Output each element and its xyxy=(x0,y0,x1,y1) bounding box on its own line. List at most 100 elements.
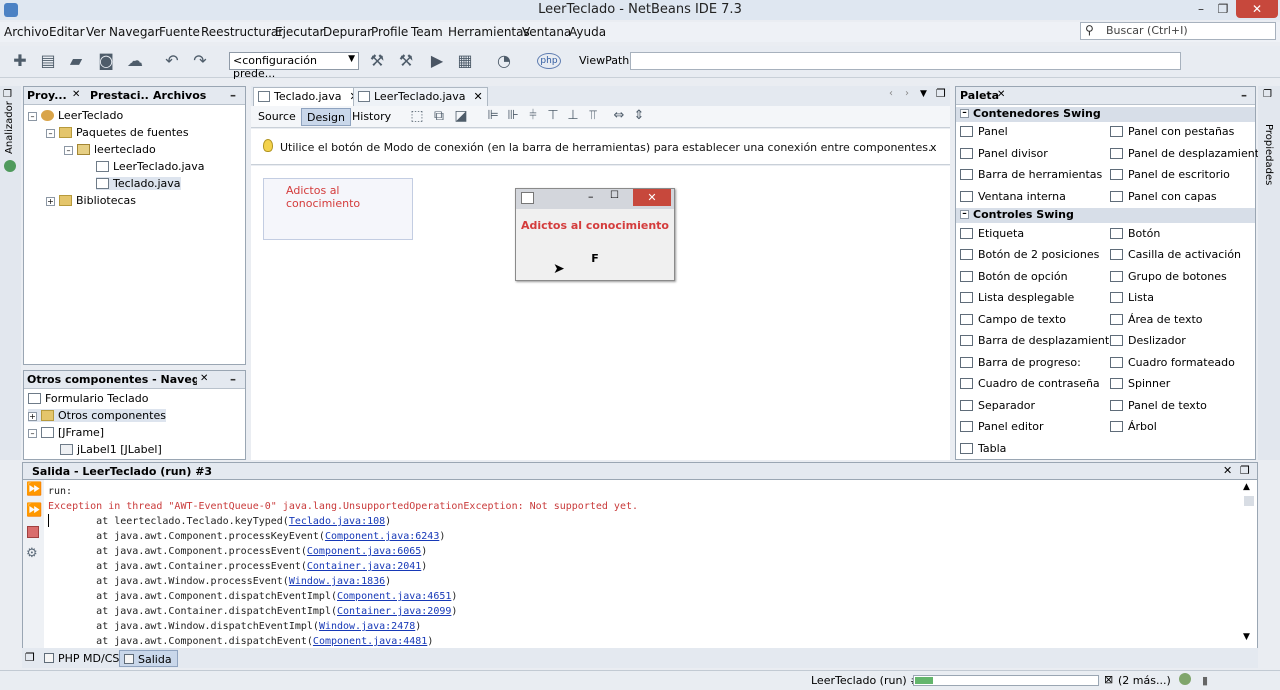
redo-icon[interactable]: ↷ xyxy=(190,51,210,71)
palette-item[interactable]: Campo de texto xyxy=(958,313,1066,326)
rerun-icon[interactable]: ⏩ xyxy=(26,482,42,497)
collapse-icon[interactable]: – xyxy=(28,429,37,438)
minimize-panel-icon[interactable]: – xyxy=(230,88,236,102)
restore-icon[interactable]: ❐ xyxy=(1208,0,1238,18)
cancel-task-icon[interactable]: ⊠ xyxy=(1104,673,1113,686)
properties-tab[interactable]: Propiedades xyxy=(1263,124,1274,185)
close-icon[interactable]: ✕ xyxy=(633,189,671,206)
tree-file-teclado[interactable]: Teclado.java xyxy=(96,177,181,190)
restore-window-icon[interactable]: ❐ xyxy=(3,89,12,100)
palette-item[interactable]: Deslizador xyxy=(1108,334,1186,347)
collapse-icon[interactable]: – xyxy=(960,109,969,118)
settings-icon[interactable]: ⚙ xyxy=(26,546,38,561)
open-project-icon[interactable]: ▰ xyxy=(66,51,86,71)
analyzer-tab[interactable]: Analizador xyxy=(4,101,15,154)
clean-build-icon[interactable]: ⚒ xyxy=(396,51,416,71)
center-vertical-icon[interactable]: ⫪ xyxy=(583,106,603,126)
close-icon[interactable]: ✕ xyxy=(1236,0,1278,18)
tab-leerteclado-java[interactable]: LeerTeclado.java ✕ xyxy=(353,87,488,106)
expand-icon[interactable]: + xyxy=(28,412,37,421)
connection-mode-icon[interactable]: ⧉ xyxy=(429,106,449,126)
hint-close-button[interactable]: x xyxy=(930,141,937,154)
preview-design-icon[interactable]: ◪ xyxy=(451,106,471,126)
restore-window-icon[interactable]: ❐ xyxy=(1263,89,1272,100)
scroll-right-icon[interactable]: › xyxy=(905,88,909,99)
expand-icon[interactable]: + xyxy=(46,197,55,206)
palette-item[interactable]: Spinner xyxy=(1108,377,1170,390)
show-opened-documents-icon[interactable]: ▼ xyxy=(920,89,927,99)
palette-item[interactable]: Lista desplegable xyxy=(958,291,1074,304)
tree-project-root[interactable]: – LeerTeclado xyxy=(28,109,123,122)
tab-services[interactable]: Prestaci... xyxy=(90,89,150,102)
collapse-icon[interactable]: – xyxy=(960,210,969,219)
source-link[interactable]: Component.java:4651 xyxy=(337,591,451,602)
source-link[interactable]: Component.java:6243 xyxy=(325,531,439,542)
scroll-down-icon[interactable]: ▼ xyxy=(1243,632,1250,642)
more-tasks-label[interactable]: (2 más...) xyxy=(1118,674,1171,687)
palette-item[interactable]: Panel de texto xyxy=(1108,399,1207,412)
collapse-icon[interactable]: – xyxy=(64,146,73,155)
design-jlabel[interactable]: Adictos al conocimiento xyxy=(286,184,412,210)
tab-php-md-cs[interactable]: PHP MD/CS xyxy=(40,650,124,667)
tree-package[interactable]: – leerteclado xyxy=(64,143,156,156)
menu-ejecutar[interactable]: Ejecutar xyxy=(275,25,325,39)
menu-team[interactable]: Team xyxy=(411,25,443,39)
palette-item[interactable]: Ventana interna xyxy=(958,190,1066,203)
rerun-different-icon[interactable]: ⏩ xyxy=(26,503,42,518)
configuration-select[interactable]: <configuración prede... ▼ xyxy=(229,52,359,80)
palette-category-containers[interactable]: – Contenedores Swing xyxy=(956,107,1255,122)
palette-item[interactable]: Árbol xyxy=(1108,420,1157,433)
close-icon[interactable]: ✕ xyxy=(1223,464,1232,477)
align-right-icon[interactable]: ⊪ xyxy=(503,106,523,126)
tab-output[interactable]: Salida xyxy=(119,650,178,667)
scroll-thumb[interactable] xyxy=(1244,496,1254,506)
palette-item[interactable]: Cuadro de contraseña xyxy=(958,377,1100,390)
debug-icon[interactable]: ▦ xyxy=(455,51,475,71)
palette-item[interactable]: Botón de 2 posiciones xyxy=(958,248,1099,261)
resize-horizontal-icon[interactable]: ⇔ xyxy=(609,106,629,126)
close-icon[interactable]: ✕ xyxy=(72,89,80,100)
palette-item[interactable]: Panel de escritorio xyxy=(1108,168,1230,181)
palette-item[interactable]: Área de texto xyxy=(1108,313,1203,326)
profile-icon[interactable]: ◔ xyxy=(494,51,514,71)
new-file-icon[interactable]: ▤ xyxy=(38,51,58,71)
running-task-label[interactable]: LeerTeclado (run) #3 xyxy=(811,674,926,687)
minimize-icon[interactable]: – xyxy=(588,190,594,203)
align-top-icon[interactable]: ⊤ xyxy=(543,106,563,126)
palette-item[interactable]: Panel de desplazamiento xyxy=(1108,147,1266,160)
nav-jframe[interactable]: – [JFrame] xyxy=(28,426,104,439)
center-horizontal-icon[interactable]: ⫩ xyxy=(523,106,543,126)
minimize-panel-icon[interactable]: – xyxy=(1241,88,1247,102)
source-button[interactable]: Source xyxy=(253,108,301,126)
source-link[interactable]: Container.java:2099 xyxy=(337,606,451,617)
build-hammer-icon[interactable]: ⚒ xyxy=(367,51,387,71)
close-icon[interactable]: ✕ xyxy=(474,90,483,103)
source-link[interactable]: Component.java:4481 xyxy=(313,636,427,647)
palette-item[interactable]: Panel editor xyxy=(958,420,1044,433)
palette-item[interactable]: Separador xyxy=(958,399,1035,412)
source-link[interactable]: Window.java:1836 xyxy=(289,576,385,587)
menu-herramientas[interactable]: Herramientas xyxy=(448,25,530,39)
menu-fuente[interactable]: Fuente xyxy=(159,25,200,39)
tab-files[interactable]: Archivos xyxy=(153,89,213,102)
stop-icon[interactable] xyxy=(27,526,39,538)
tree-libraries[interactable]: + Bibliotecas xyxy=(46,194,136,207)
run-icon[interactable]: ▶ xyxy=(427,51,447,71)
palette-item[interactable]: Barra de herramientas xyxy=(958,168,1102,181)
php-icon[interactable]: php xyxy=(537,53,561,69)
menu-ayuda[interactable]: Ayuda xyxy=(569,25,606,39)
close-icon[interactable]: ✕ xyxy=(200,373,208,384)
menu-archivo[interactable]: Archivo xyxy=(4,25,49,39)
palette-item[interactable]: Grupo de botones xyxy=(1108,270,1227,283)
cloud-icon[interactable]: ☁ xyxy=(125,51,145,71)
menu-reestructurar[interactable]: Reestructurar xyxy=(201,25,283,39)
source-link[interactable]: Component.java:6065 xyxy=(307,546,421,557)
minimize-panel-icon[interactable]: – xyxy=(230,372,236,386)
scroll-left-icon[interactable]: ‹ xyxy=(889,88,893,99)
palette-item[interactable]: Panel con pestañas xyxy=(1108,125,1234,138)
menu-depurar[interactable]: Depurar xyxy=(323,25,372,39)
history-button[interactable]: History xyxy=(347,108,396,126)
notification-icon[interactable] xyxy=(1179,673,1191,685)
preview-window[interactable]: – ☐ ✕ Adictos al conocimiento F xyxy=(515,188,675,281)
selection-mode-icon[interactable]: ⬚ xyxy=(407,106,427,126)
